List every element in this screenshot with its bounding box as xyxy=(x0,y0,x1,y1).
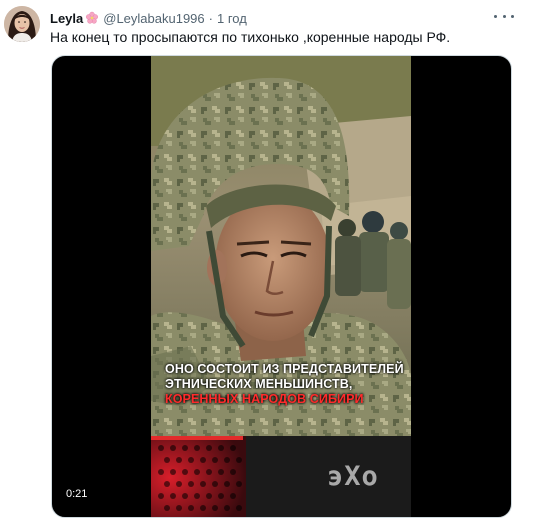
video-player[interactable]: ОНО СОСТОИТ ИЗ ПРЕДСТАВИТЕЛЕЙ ЭТНИЧЕСКИХ… xyxy=(51,55,512,518)
avatar[interactable] xyxy=(4,6,40,42)
tweet-header: Leyla @Leylabaku1996 · 1 год xyxy=(50,9,247,27)
avatar-image xyxy=(4,6,40,42)
cherry-blossom-icon xyxy=(85,11,99,25)
separator-dot: · xyxy=(208,10,213,26)
tweet-timestamp[interactable]: 1 год xyxy=(217,11,247,26)
author-handle[interactable]: @Leylabaku1996 xyxy=(103,11,204,26)
video-frame: ОНО СОСТОИТ ИЗ ПРЕДСТАВИТЕЛЕЙ ЭТНИЧЕСКИХ… xyxy=(151,56,411,517)
caption-line-3: КОРЕННЫХ НАРОДОВ СИБИРИ xyxy=(165,392,364,406)
caption-line-2: ЭТНИЧЕСКИХ МЕНЬШИНСТВ, xyxy=(165,377,353,391)
video-caption: ОНО СОСТОИТ ИЗ ПРЕДСТАВИТЕЛЕЙ ЭТНИЧЕСКИХ… xyxy=(165,362,405,407)
more-options-icon[interactable] xyxy=(494,9,514,23)
author-name[interactable]: Leyla xyxy=(50,11,83,26)
tweet: Leyla @Leylabaku1996 · 1 год На конец то… xyxy=(0,0,534,524)
video-timestamp: 0:21 xyxy=(62,487,92,501)
soldier-video-image xyxy=(151,56,411,517)
channel-watermark: эХо xyxy=(327,461,379,492)
caption-line-1: ОНО СОСТОИТ ИЗ ПРЕДСТАВИТЕЛЕЙ xyxy=(165,362,404,376)
tweet-text: На конец то просыпаются по тихонько ,кор… xyxy=(50,29,451,45)
